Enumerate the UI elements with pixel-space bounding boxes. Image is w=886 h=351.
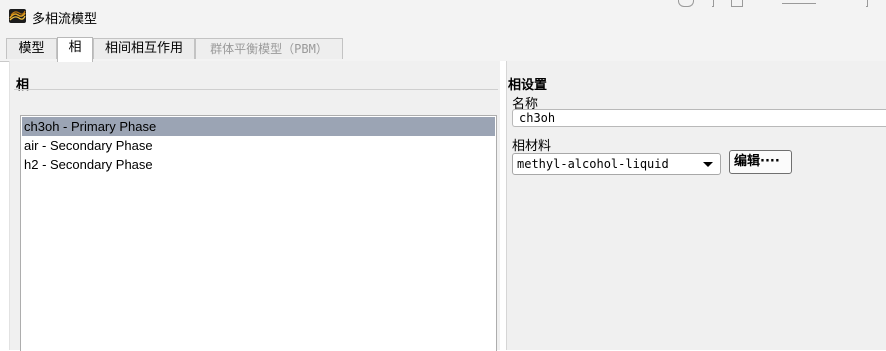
material-select-value: methyl-alcohol-liquid bbox=[517, 157, 669, 171]
name-field[interactable]: ch3oh bbox=[512, 109, 886, 127]
edit-material-button[interactable]: 编辑···· bbox=[729, 150, 792, 174]
phase-list[interactable]: ch3oh - Primary Phase air - Secondary Ph… bbox=[20, 115, 497, 351]
titlebar-control-fragment bbox=[678, 0, 694, 7]
app-icon bbox=[9, 9, 26, 23]
titlebar-control-fragment bbox=[782, 0, 816, 4]
tab-phases[interactable]: 相 bbox=[57, 37, 93, 62]
phase-settings-title: 相设置 bbox=[508, 78, 548, 93]
phase-list-item[interactable]: air - Secondary Phase bbox=[21, 136, 496, 155]
tab-phase-interaction[interactable]: 相间相互作用 bbox=[93, 38, 195, 59]
phases-panel: 相 ch3oh - Primary Phase air - Secondary … bbox=[9, 61, 501, 351]
phase-settings-panel: 相设置 名称 ch3oh 相材料 methyl-alcohol-liquid 编… bbox=[506, 61, 886, 350]
material-label: 相材料 bbox=[512, 139, 552, 154]
phases-section-title: 相 bbox=[16, 78, 30, 93]
window-title: 多相流模型 bbox=[32, 12, 98, 27]
tab-model[interactable]: 模型 bbox=[6, 38, 57, 59]
titlebar-control-fragment bbox=[731, 0, 743, 7]
material-select[interactable]: methyl-alcohol-liquid bbox=[512, 153, 721, 175]
tab-population-balance: 群体平衡模型（PBM） bbox=[195, 38, 343, 59]
tab-strip: 模型 相 相间相互作用 群体平衡模型（PBM） bbox=[0, 32, 886, 62]
group-divider bbox=[14, 89, 498, 90]
phase-list-item[interactable]: h2 - Secondary Phase bbox=[21, 155, 496, 174]
phase-list-item[interactable]: ch3oh - Primary Phase bbox=[22, 117, 495, 136]
titlebar-divider bbox=[866, 0, 868, 7]
titlebar-divider bbox=[712, 0, 714, 7]
title-bar: 多相流模型 bbox=[0, 0, 886, 32]
chevron-down-icon bbox=[703, 162, 713, 167]
